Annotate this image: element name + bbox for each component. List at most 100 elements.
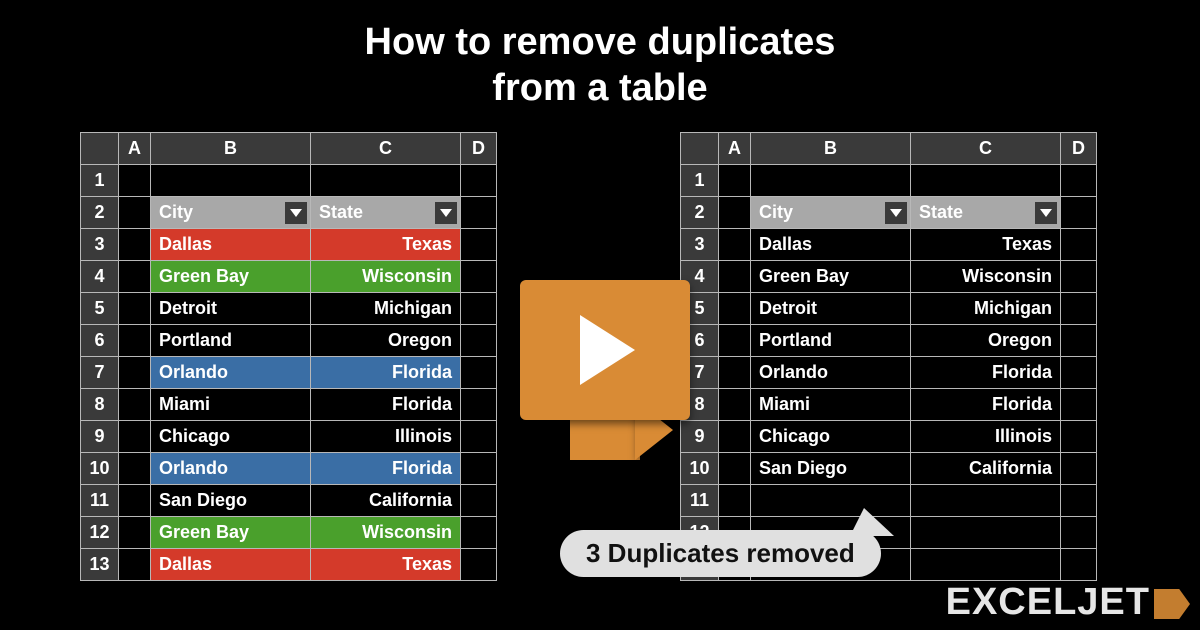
cell-state[interactable]: Florida xyxy=(311,357,461,389)
cell[interactable] xyxy=(1061,421,1097,453)
table-header-city[interactable]: City xyxy=(151,197,311,229)
row-header[interactable]: 13 xyxy=(81,549,119,581)
row-header[interactable]: 3 xyxy=(81,229,119,261)
select-all-corner[interactable] xyxy=(681,133,719,165)
cell[interactable] xyxy=(719,293,751,325)
cell-city[interactable]: Miami xyxy=(751,389,911,421)
col-header-A[interactable]: A xyxy=(119,133,151,165)
cell[interactable] xyxy=(719,165,751,197)
cell-city[interactable]: Orlando xyxy=(751,357,911,389)
row-header[interactable]: 6 xyxy=(81,325,119,357)
cell[interactable] xyxy=(461,325,497,357)
cell-city[interactable]: Green Bay xyxy=(151,517,311,549)
row-header[interactable]: 11 xyxy=(81,485,119,517)
cell-state[interactable]: Texas xyxy=(311,549,461,581)
cell-state[interactable]: Illinois xyxy=(911,421,1061,453)
cell-state[interactable]: Michigan xyxy=(911,293,1061,325)
cell-city[interactable]: Green Bay xyxy=(151,261,311,293)
cell[interactable] xyxy=(119,357,151,389)
cell-city[interactable]: Green Bay xyxy=(751,261,911,293)
row-header[interactable]: 5 xyxy=(81,293,119,325)
cell-state[interactable]: California xyxy=(911,453,1061,485)
row-header[interactable]: 9 xyxy=(681,421,719,453)
filter-dropdown-icon[interactable] xyxy=(1035,202,1057,224)
filter-dropdown-icon[interactable] xyxy=(885,202,907,224)
cell[interactable] xyxy=(1061,517,1097,549)
cell-state[interactable]: Wisconsin xyxy=(311,261,461,293)
cell-city[interactable]: Portland xyxy=(751,325,911,357)
cell[interactable] xyxy=(1061,261,1097,293)
table-header-city[interactable]: City xyxy=(751,197,911,229)
select-all-corner[interactable] xyxy=(81,133,119,165)
cell-state[interactable]: Oregon xyxy=(911,325,1061,357)
cell[interactable] xyxy=(119,517,151,549)
cell-state[interactable] xyxy=(311,165,461,197)
cell[interactable] xyxy=(1061,389,1097,421)
cell[interactable] xyxy=(1061,549,1097,581)
cell-state[interactable]: Texas xyxy=(311,229,461,261)
cell[interactable] xyxy=(119,485,151,517)
col-header-A[interactable]: A xyxy=(719,133,751,165)
cell[interactable] xyxy=(119,325,151,357)
cell[interactable] xyxy=(719,357,751,389)
cell[interactable] xyxy=(461,453,497,485)
row-header[interactable]: 2 xyxy=(81,197,119,229)
cell-city[interactable]: Detroit xyxy=(151,293,311,325)
cell-state[interactable]: Florida xyxy=(311,453,461,485)
cell[interactable] xyxy=(119,261,151,293)
cell-state[interactable] xyxy=(911,517,1061,549)
cell[interactable] xyxy=(719,261,751,293)
cell[interactable] xyxy=(1061,485,1097,517)
cell-city[interactable]: Dallas xyxy=(151,549,311,581)
cell[interactable] xyxy=(119,293,151,325)
cell[interactable] xyxy=(1061,197,1097,229)
cell[interactable] xyxy=(461,229,497,261)
filter-dropdown-icon[interactable] xyxy=(285,202,307,224)
cell[interactable] xyxy=(1061,229,1097,261)
row-header[interactable]: 1 xyxy=(681,165,719,197)
cell[interactable] xyxy=(461,421,497,453)
cell-city[interactable] xyxy=(151,165,311,197)
row-header[interactable]: 4 xyxy=(81,261,119,293)
cell-city[interactable]: Detroit xyxy=(751,293,911,325)
cell[interactable] xyxy=(461,165,497,197)
cell-city[interactable]: Orlando xyxy=(151,357,311,389)
cell[interactable] xyxy=(119,389,151,421)
cell[interactable] xyxy=(461,517,497,549)
cell-city[interactable]: Chicago xyxy=(151,421,311,453)
col-header-B[interactable]: B xyxy=(751,133,911,165)
col-header-B[interactable]: B xyxy=(151,133,311,165)
cell[interactable] xyxy=(461,389,497,421)
table-header-state[interactable]: State xyxy=(911,197,1061,229)
cell[interactable] xyxy=(461,549,497,581)
cell-city[interactable]: Orlando xyxy=(151,453,311,485)
cell-city[interactable]: Miami xyxy=(151,389,311,421)
table-header-state[interactable]: State xyxy=(311,197,461,229)
cell-state[interactable]: Oregon xyxy=(311,325,461,357)
cell[interactable] xyxy=(719,485,751,517)
row-header[interactable]: 12 xyxy=(81,517,119,549)
cell[interactable] xyxy=(1061,357,1097,389)
cell[interactable] xyxy=(1061,165,1097,197)
cell-city[interactable]: Dallas xyxy=(151,229,311,261)
cell-city[interactable]: Portland xyxy=(151,325,311,357)
cell[interactable] xyxy=(719,229,751,261)
cell[interactable] xyxy=(461,197,497,229)
cell-state[interactable]: Michigan xyxy=(311,293,461,325)
play-button[interactable] xyxy=(520,280,690,420)
cell-state[interactable]: Florida xyxy=(911,357,1061,389)
cell[interactable] xyxy=(719,197,751,229)
cell-state[interactable] xyxy=(911,485,1061,517)
cell[interactable] xyxy=(461,485,497,517)
cell[interactable] xyxy=(1061,325,1097,357)
cell[interactable] xyxy=(1061,293,1097,325)
cell-state[interactable]: Florida xyxy=(311,389,461,421)
cell[interactable] xyxy=(119,453,151,485)
cell-state[interactable]: California xyxy=(311,485,461,517)
cell[interactable] xyxy=(119,197,151,229)
row-header[interactable]: 10 xyxy=(681,453,719,485)
cell[interactable] xyxy=(119,549,151,581)
cell-state[interactable]: Texas xyxy=(911,229,1061,261)
cell-state[interactable] xyxy=(911,165,1061,197)
col-header-D[interactable]: D xyxy=(1061,133,1097,165)
